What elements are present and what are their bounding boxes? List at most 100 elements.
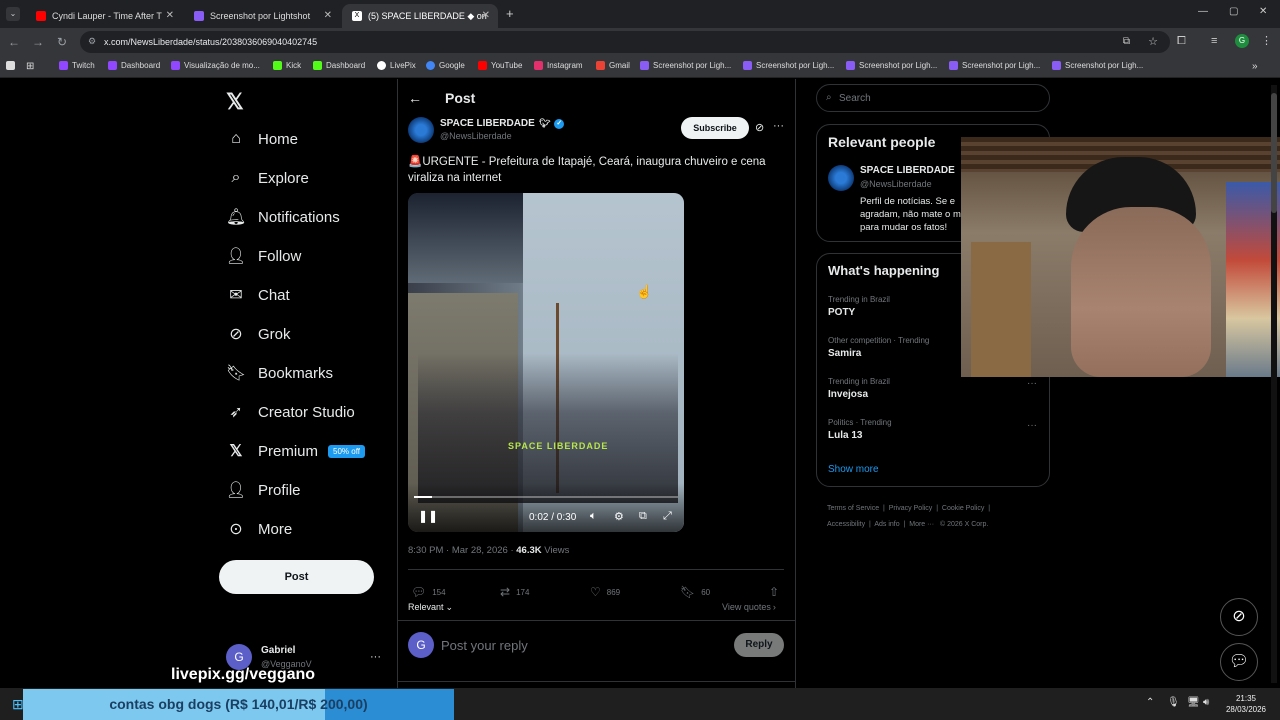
chevron-up-icon[interactable]: ⌃: [1146, 697, 1154, 708]
view-quotes-link[interactable]: View quotes ›: [722, 602, 776, 612]
bookmark-lightshot-5[interactable]: Screenshot por Ligh...: [1052, 61, 1143, 70]
trend-more-icon[interactable]: ···: [1027, 420, 1037, 431]
maximize-button[interactable]: ▢: [1229, 6, 1238, 17]
bookmark-livepix[interactable]: LivePix: [377, 61, 416, 70]
nav-grok[interactable]: ⊘ Grok: [226, 324, 290, 344]
reply-action[interactable]: 💬︎ 154: [411, 585, 446, 599]
apps-grid-icon[interactable]: ⊞: [26, 61, 34, 72]
author-avatar[interactable]: [408, 117, 434, 143]
windows-start-icon[interactable]: ⊞: [12, 696, 24, 713]
bookmark-visualizacao[interactable]: Visualização de mo...: [171, 61, 260, 70]
nav-profile[interactable]: 👤︎ Profile: [226, 480, 301, 500]
new-tab-button[interactable]: +: [506, 6, 514, 21]
footer-link[interactable]: Ads info: [874, 521, 899, 528]
footer-link[interactable]: More ···: [909, 521, 934, 528]
volume-icon[interactable]: 🔈︎: [590, 510, 597, 523]
footer-link[interactable]: Privacy Policy: [889, 505, 933, 512]
back-arrow-icon[interactable]: ←: [408, 90, 422, 106]
pause-icon[interactable]: ❚❚: [418, 509, 438, 523]
picture-in-picture-icon[interactable]: ⧉: [639, 510, 647, 523]
close-icon[interactable]: ✕: [482, 10, 490, 21]
subscribe-button[interactable]: Subscribe: [681, 117, 749, 139]
tab-lightshot[interactable]: Screenshot por Lightshot ✕: [184, 4, 340, 28]
x-logo-icon[interactable]: 𝕏: [226, 89, 244, 115]
author-name-row[interactable]: SPACE LIBERDADE 🐦︎ ✓: [440, 118, 565, 129]
bookmark-google[interactable]: Google: [426, 61, 465, 70]
url-field[interactable]: ⚙ x.com/NewsLiberdade/status/20380360690…: [80, 31, 1170, 53]
trend-item[interactable]: Other competition · Trending Samira: [828, 336, 929, 359]
speaker-icon[interactable]: 🔊︎: [1203, 697, 1209, 708]
relevant-name[interactable]: SPACE LIBERDADE: [860, 165, 955, 176]
bookmark-kick-dashboard[interactable]: Dashboard: [313, 61, 365, 70]
trend-item[interactable]: Politics · Trending Lula 13: [828, 418, 892, 441]
search-input[interactable]: ⌕ Search: [816, 84, 1050, 112]
extensions-icon[interactable]: ⧠: [1177, 35, 1186, 48]
nav-home[interactable]: ⌂ Home: [226, 129, 298, 149]
bookmark-lightshot-2[interactable]: Screenshot por Ligh...: [743, 61, 834, 70]
tab-cyndi-lauper[interactable]: Cyndi Lauper - Time After T ✕: [26, 4, 182, 28]
nav-premium[interactable]: 𝕏 Premium 50% off: [226, 441, 365, 461]
profile-avatar[interactable]: G: [1235, 34, 1249, 48]
back-arrow-icon[interactable]: ←: [8, 35, 20, 49]
bookmark-youtube[interactable]: YouTube: [478, 61, 522, 70]
nav-chat[interactable]: ✉ Chat: [226, 285, 289, 305]
reply-input[interactable]: Post your reply: [441, 638, 528, 653]
tab-search-button[interactable]: ⌄: [6, 7, 20, 21]
tab-space-liberdade[interactable]: X (5) SPACE LIBERDADE ◆ on ✕: [342, 4, 498, 28]
footer-link[interactable]: Accessibility: [827, 521, 865, 528]
messages-float-icon[interactable]: 💬︎: [1220, 643, 1258, 681]
nav-explore[interactable]: ⌕ Explore: [226, 168, 309, 188]
nav-bookmarks[interactable]: 🔖︎ Bookmarks: [226, 363, 333, 383]
system-clock[interactable]: 21:35 28/03/2026: [1222, 693, 1270, 715]
post-video[interactable]: SPACE LIBERDADE ❚❚ 0:02 / 0:30 🔈︎ ⚙ ⧉ ⤢: [408, 193, 684, 532]
nav-follow[interactable]: 👤︎ Follow: [226, 246, 302, 266]
relevant-avatar[interactable]: [828, 165, 854, 191]
trend-more-icon[interactable]: ···: [1027, 378, 1037, 389]
browser-menu-icon[interactable]: ⋮: [1261, 34, 1272, 47]
grok-explain-icon[interactable]: ⊘: [755, 121, 764, 134]
install-icon[interactable]: ⧉: [1123, 36, 1130, 47]
bookmark-kick[interactable]: Kick: [273, 61, 301, 70]
close-icon[interactable]: ✕: [166, 10, 174, 21]
footer-link[interactable]: Cookie Policy: [942, 505, 984, 512]
reply-button[interactable]: Reply: [734, 633, 784, 657]
media-icon[interactable]: ≡: [1211, 35, 1217, 47]
trend-item[interactable]: Trending in Brazil POTY: [828, 295, 890, 318]
site-info-icon[interactable]: ⚙: [88, 36, 96, 47]
microphone-icon[interactable]: 🎙︎: [1167, 697, 1180, 708]
network-icon[interactable]: 🖥︎: [1187, 697, 1200, 708]
minimize-button[interactable]: —: [1198, 6, 1208, 17]
footer-link[interactable]: Terms of Service: [827, 505, 879, 512]
window-close-button[interactable]: ✕: [1259, 6, 1267, 17]
bookmark-twitch[interactable]: Twitch: [59, 61, 95, 70]
show-more-link[interactable]: Show more: [828, 464, 879, 475]
more-bookmarks-icon[interactable]: »: [1252, 61, 1258, 72]
forward-arrow-icon[interactable]: →: [32, 35, 44, 49]
bookmark-dashboard[interactable]: Dashboard: [108, 61, 160, 70]
settings-gear-icon[interactable]: ⚙: [614, 510, 624, 523]
star-icon[interactable]: ☆: [1148, 35, 1158, 48]
share-action[interactable]: ⇧: [769, 585, 785, 599]
repost-action[interactable]: ⇄ 174: [500, 585, 529, 599]
bookmark-lightshot-3[interactable]: Screenshot por Ligh...: [846, 61, 937, 70]
close-icon[interactable]: ✕: [324, 10, 332, 21]
nav-creator-studio[interactable]: ➶ Creator Studio: [226, 402, 354, 422]
grok-float-icon[interactable]: ⊘: [1220, 598, 1258, 636]
bookmark-square-icon[interactable]: [6, 61, 19, 70]
bookmark-lightshot-1[interactable]: Screenshot por Ligh...: [640, 61, 731, 70]
scrollbar[interactable]: [1271, 85, 1277, 683]
fullscreen-icon[interactable]: ⤢: [663, 510, 672, 523]
nav-notifications[interactable]: 🔔︎ Notifications: [226, 207, 340, 227]
bookmark-gmail[interactable]: Gmail: [596, 61, 630, 70]
bookmark-lightshot-4[interactable]: Screenshot por Ligh...: [949, 61, 1040, 70]
nav-more[interactable]: ⊙ More: [226, 519, 292, 539]
scrollbar-thumb[interactable]: [1271, 93, 1277, 213]
sort-replies-dropdown[interactable]: Relevant ⌄: [408, 602, 453, 613]
trend-item[interactable]: Trending in Brazil Invejosa: [828, 377, 890, 400]
account-menu-icon[interactable]: ···: [370, 651, 381, 663]
bookmark-instagram[interactable]: Instagram: [534, 61, 583, 70]
like-action[interactable]: ♡ 869: [590, 585, 620, 599]
video-progress-track[interactable]: [414, 496, 678, 498]
reload-icon[interactable]: ↻: [57, 35, 67, 49]
post-more-icon[interactable]: ···: [773, 120, 784, 132]
